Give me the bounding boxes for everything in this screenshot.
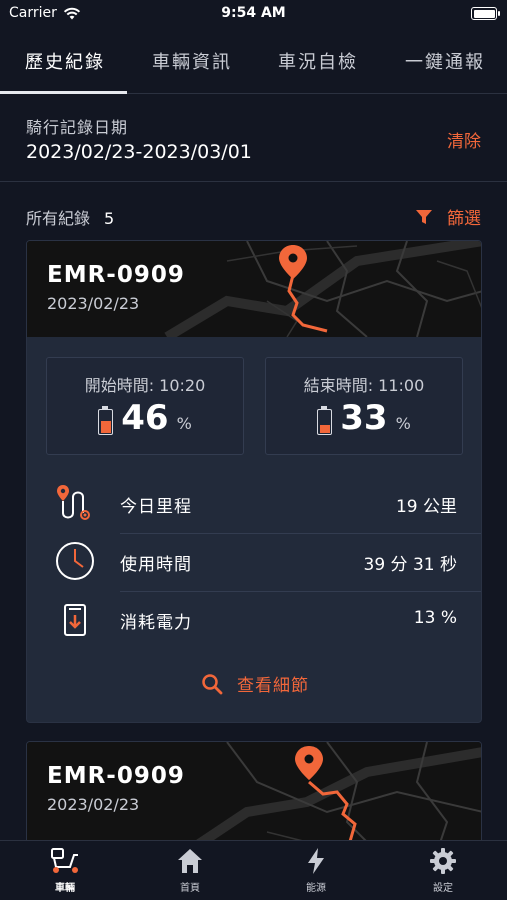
filter-label: 篩選 [447, 209, 481, 229]
nav-home-label: 首頁 [180, 883, 200, 894]
card-map-header: EMR-0909 2023/02/23 [27, 241, 481, 337]
battery-drain-icon [64, 604, 86, 636]
end-time-label: 結束時間: 11:00 [303, 376, 425, 395]
nav-energy-label: 能源 [306, 883, 326, 894]
battery-icon [317, 406, 333, 435]
clock: 9:54 AM [221, 5, 286, 21]
route-icon [57, 485, 90, 520]
start-time-label: 開始時間: 10:20 [84, 376, 206, 395]
home-icon [178, 849, 202, 873]
tab-history[interactable]: 歷史紀錄 [25, 48, 105, 74]
top-tabs: 歷史紀錄 車輛資訊 車況自檢 一鍵通報 [0, 42, 507, 94]
nav-settings-label: 設定 [433, 883, 453, 894]
battery-icon [98, 406, 114, 435]
bottom-nav: 車輛 首頁 能源 設定 [0, 840, 507, 900]
record-date: 2023/02/23 [47, 294, 140, 313]
battery-icon [471, 7, 500, 20]
battery-unit: % [176, 414, 192, 433]
nav-vehicle[interactable]: 車輛 [25, 847, 105, 894]
end-battery-value: 33 [340, 398, 388, 438]
power-consumed-label: 消耗電力 [120, 613, 192, 633]
all-records-text: 所有紀錄 [26, 209, 91, 228]
clock-icon [56, 542, 94, 580]
nav-home[interactable]: 首頁 [150, 847, 230, 894]
clear-button[interactable]: 清除 [447, 127, 481, 152]
record-count: 5 [104, 209, 115, 228]
end-time-box: 結束時間: 11:00 33 % [265, 357, 463, 455]
mileage-value: 19 公里 [395, 497, 457, 517]
status-bar: Carrier 9:54 AM [0, 0, 507, 28]
date-range[interactable]: 2023/02/23-2023/03/01 [26, 141, 252, 163]
nav-vehicle-label: 車輛 [55, 883, 75, 894]
battery-unit: % [395, 414, 411, 433]
vehicle-plate: EMR-0909 [47, 262, 185, 288]
tab-one-click-report[interactable]: 一鍵通報 [405, 48, 485, 74]
date-filter-label: 騎行記錄日期 [26, 118, 129, 137]
scooter-icon [51, 848, 78, 873]
all-records-label: 所有紀錄 5 [26, 205, 114, 229]
active-tab-indicator [0, 91, 127, 94]
usage-time-value: 39 分 31 秒 [363, 555, 457, 575]
filter-icon [416, 209, 432, 224]
route-map [27, 241, 481, 337]
usage-time-row: 使用時間 39 分 31 秒 [27, 533, 481, 589]
ride-record-card[interactable]: EMR-0909 2023/02/23 開始時間: 10:20 46 % 結束時… [26, 240, 482, 723]
divider [0, 181, 507, 182]
view-details-label: 查看細節 [237, 676, 309, 696]
usage-time-label: 使用時間 [120, 555, 192, 575]
search-icon [202, 673, 223, 694]
nav-energy[interactable]: 能源 [276, 847, 356, 894]
start-battery-value: 46 [121, 398, 169, 438]
filter-button[interactable]: 篩選 [415, 204, 481, 229]
vehicle-plate: EMR-0909 [47, 763, 185, 789]
ride-record-card[interactable]: EMR-0909 2023/02/23 [26, 741, 482, 851]
gear-icon [430, 848, 456, 874]
lightning-icon [308, 848, 324, 874]
view-details-button[interactable]: 查看細節 [27, 671, 481, 696]
tab-vehicle-info[interactable]: 車輛資訊 [152, 48, 232, 74]
start-time-box: 開始時間: 10:20 46 % [46, 357, 244, 455]
mileage-label: 今日里程 [120, 497, 192, 517]
tab-self-check[interactable]: 車況自檢 [278, 48, 358, 74]
mileage-row: 今日里程 19 公里 [27, 475, 481, 531]
card-map-header: EMR-0909 2023/02/23 [27, 742, 481, 850]
power-consumed-row: 消耗電力 13 % [27, 591, 481, 647]
power-consumed-value: 13 % [413, 608, 457, 628]
nav-settings[interactable]: 設定 [403, 847, 483, 894]
record-date: 2023/02/23 [47, 795, 140, 814]
